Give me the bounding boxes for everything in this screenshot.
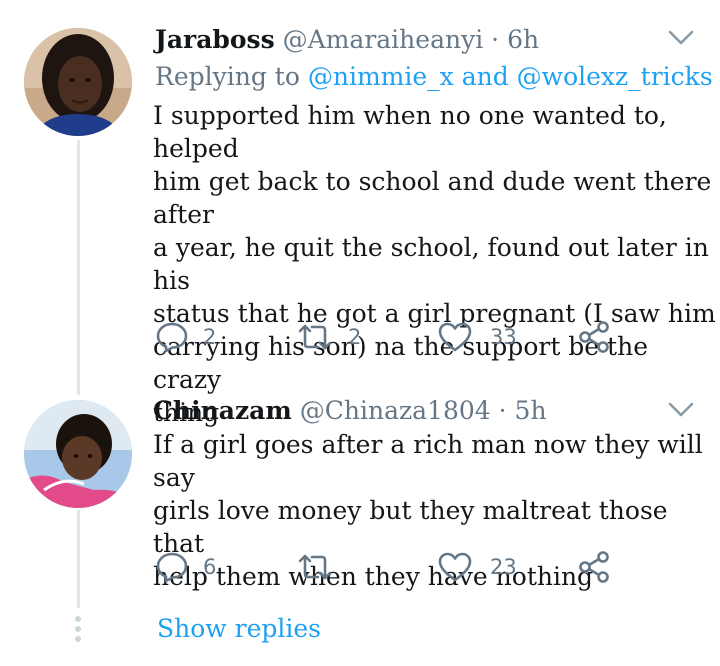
tweet-actions: 6 23	[150, 547, 620, 587]
reply-button[interactable]: 6	[155, 547, 216, 587]
chevron-down-icon[interactable]	[668, 30, 694, 50]
separator: ·	[491, 25, 500, 54]
like-count: 23	[490, 555, 517, 579]
chevron-down-icon[interactable]	[668, 402, 694, 422]
more-dots-icon	[72, 615, 84, 649]
share-button[interactable]	[577, 317, 611, 357]
replying-and[interactable]: and	[462, 62, 509, 91]
handle[interactable]: @Amaraiheanyi	[283, 25, 484, 54]
heart-icon	[438, 321, 472, 353]
like-button[interactable]: 33	[438, 317, 517, 357]
reply-icon	[155, 550, 189, 584]
mention-link[interactable]: @nimmie_x	[308, 62, 454, 91]
tweet-header: Chinazam @Chinaza1804 · 5h	[153, 396, 547, 426]
show-replies-link[interactable]: Show replies	[157, 613, 321, 645]
reply-icon	[155, 320, 189, 354]
share-button[interactable]	[577, 547, 611, 587]
thread-line	[77, 510, 80, 608]
reply-count: 2	[203, 325, 217, 349]
replying-prefix: Replying to	[155, 62, 300, 91]
share-icon	[577, 320, 611, 354]
avatar[interactable]	[24, 28, 132, 136]
display-name[interactable]: Jaraboss	[155, 25, 275, 54]
timestamp[interactable]: 5h	[515, 396, 547, 425]
separator: ·	[498, 396, 507, 425]
reply-count: 6	[203, 555, 217, 579]
retweet-icon	[296, 322, 334, 352]
retweet-button[interactable]	[296, 547, 334, 587]
like-button[interactable]: 23	[438, 547, 517, 587]
share-icon	[577, 550, 611, 584]
tweet-header: Jaraboss @Amaraiheanyi · 6h	[155, 25, 539, 55]
display-name[interactable]: Chinazam	[153, 396, 292, 425]
mention-link[interactable]: @wolexz_tricks	[517, 62, 713, 91]
timestamp[interactable]: 6h	[507, 25, 539, 54]
tweet-actions: 2 2 33	[150, 317, 620, 357]
retweet-button[interactable]: 2	[296, 317, 361, 357]
replying-to: Replying to @nimmie_x and @wolexz_tricks	[155, 62, 713, 92]
handle[interactable]: @Chinaza1804	[300, 396, 491, 425]
like-count: 33	[490, 325, 517, 349]
avatar[interactable]	[24, 400, 132, 508]
retweet-icon	[296, 552, 334, 582]
tweet-text: I supported him when no one wanted to, h…	[153, 101, 716, 427]
retweet-count: 2	[348, 325, 362, 349]
heart-icon	[438, 551, 472, 583]
thread-line	[77, 140, 80, 395]
reply-button[interactable]: 2	[155, 317, 216, 357]
